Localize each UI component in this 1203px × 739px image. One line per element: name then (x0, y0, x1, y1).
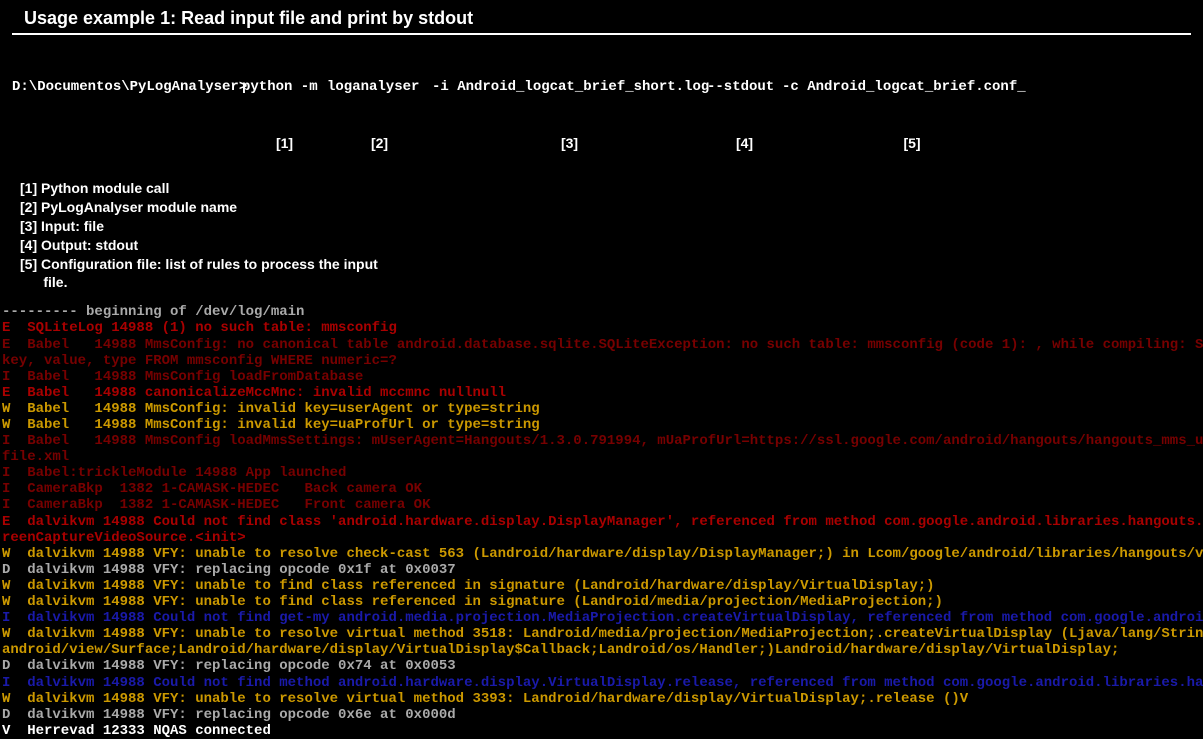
cmd-part-1: python -m (242, 79, 327, 95)
log-line: V Herrevad 12333 NQAS connected (2, 723, 1203, 739)
log-line: E Babel 14988 canonicalizeMccMnc: invali… (2, 385, 1203, 401)
log-line: W dalvikvm 14988 VFY: unable to find cla… (2, 578, 1203, 594)
log-line: I CameraBkp 1382 1-CAMASK-HEDEC Front ca… (2, 497, 1203, 513)
log-line: W Babel 14988 MmsConfig: invalid key=use… (2, 401, 1203, 417)
log-line: --------- beginning of /dev/log/main (2, 304, 1203, 320)
log-line: D dalvikvm 14988 VFY: replacing opcode 0… (2, 562, 1203, 578)
cmd-part-4: --stdout (707, 79, 782, 95)
log-line: key, value, type FROM mmsconfig WHERE nu… (2, 353, 1203, 369)
log-line: W dalvikvm 14988 VFY: unable to resolve … (2, 546, 1203, 562)
cmd-part-3: -i Android_logcat_brief_short.log (432, 79, 707, 95)
annot-spacer (12, 135, 242, 151)
log-line: I dalvikvm 14988 Could not find get-my a… (2, 610, 1203, 626)
annot-3: [3] (432, 135, 707, 151)
annotation-row: [1] [2] [3] [4] [5] (12, 135, 1191, 151)
log-line: E dalvikvm 14988 Could not find class 'a… (2, 514, 1203, 530)
legend-item-3: [3] Input: file (20, 217, 1183, 236)
log-line: I Babel 14988 MmsConfig loadMmsSettings:… (2, 433, 1203, 449)
page-title: Usage example 1: Read input file and pri… (12, 0, 1191, 35)
log-line: android/view/Surface;Landroid/hardware/d… (2, 642, 1203, 658)
legend-item-5: [5] Configuration file: list of rules to… (20, 255, 1183, 274)
cmd-prompt: D:\Documentos\PyLogAnalyser> (12, 79, 242, 95)
legend-item-2: [2] PyLogAnalyser module name (20, 198, 1183, 217)
log-line: D dalvikvm 14988 VFY: replacing opcode 0… (2, 658, 1203, 674)
legend-item-5b: file. (20, 273, 1183, 292)
log-line: I Babel:trickleModule 14988 App launched (2, 465, 1203, 481)
log-line: W Babel 14988 MmsConfig: invalid key=uaP… (2, 417, 1203, 433)
log-line: E Babel 14988 MmsConfig: no canonical ta… (2, 337, 1203, 353)
log-line: D dalvikvm 14988 VFY: replacing opcode 0… (2, 707, 1203, 723)
log-line: W dalvikvm 14988 VFY: unable to resolve … (2, 691, 1203, 707)
log-line: E SQLiteLog 14988 (1) no such table: mms… (2, 320, 1203, 336)
annot-2: [2] (327, 135, 432, 151)
log-line: I Babel 14988 MmsConfig loadFromDatabase (2, 369, 1203, 385)
cmd-part-2: loganalyser (327, 79, 432, 95)
command-line: D:\Documentos\PyLogAnalyser> python -m l… (12, 79, 1191, 95)
log-line: file.xml (2, 449, 1203, 465)
legend-item-4: [4] Output: stdout (20, 236, 1183, 255)
log-line: I dalvikvm 14988 Could not find method a… (2, 675, 1203, 691)
annot-4: [4] (707, 135, 782, 151)
annot-1: [1] (242, 135, 327, 151)
log-line: reenCaptureVideoSource.<init> (2, 530, 1203, 546)
log-line: I CameraBkp 1382 1-CAMASK-HEDEC Back cam… (2, 481, 1203, 497)
log-line: W dalvikvm 14988 VFY: unable to resolve … (2, 626, 1203, 642)
log-output: --------- beginning of /dev/log/mainE SQ… (0, 304, 1203, 739)
legend-item-1: [1] Python module call (20, 179, 1183, 198)
legend-block: [1] Python module call [2] PyLogAnalyser… (0, 167, 1203, 304)
command-line-area: D:\Documentos\PyLogAnalyser> python -m l… (0, 47, 1203, 167)
cmd-part-5: -c Android_logcat_brief.conf_ (782, 79, 1026, 95)
log-line: W dalvikvm 14988 VFY: unable to find cla… (2, 594, 1203, 610)
annot-5: [5] (782, 135, 1042, 151)
